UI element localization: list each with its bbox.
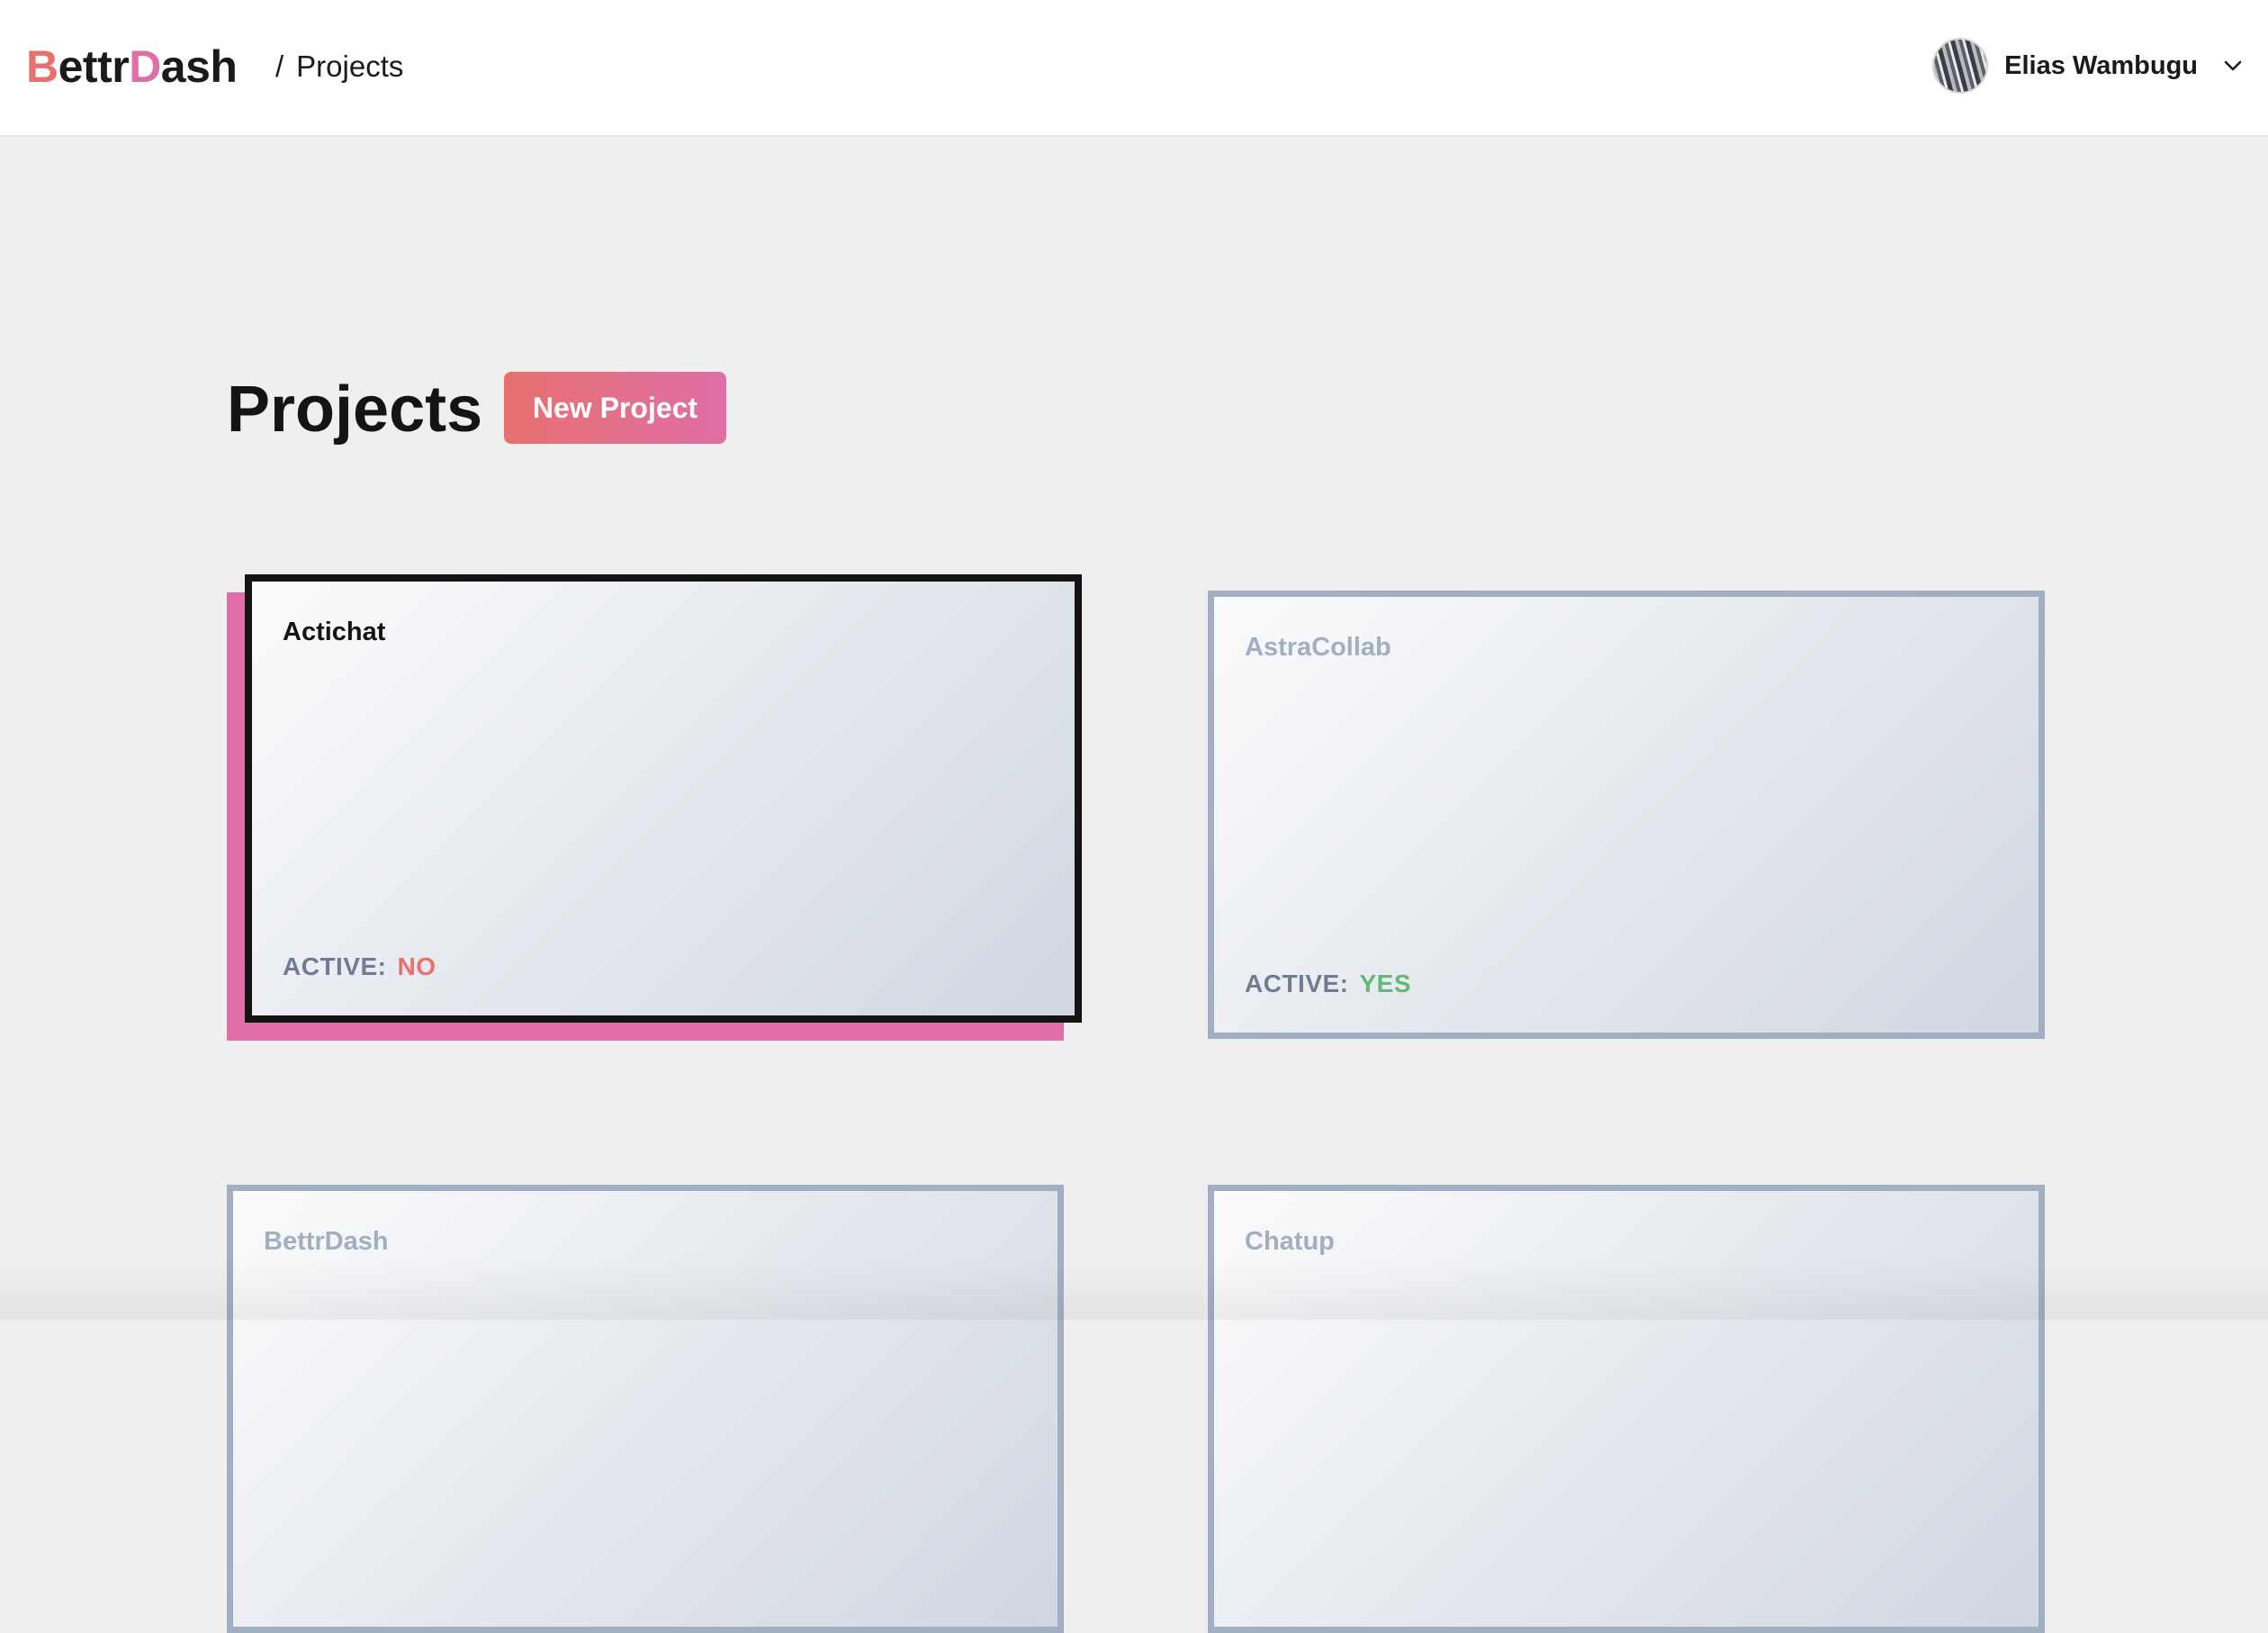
project-card-actichat[interactable]: Actichat ACTIVE: NO	[245, 574, 1082, 1023]
project-card-title: Actichat	[283, 618, 386, 646]
new-project-button[interactable]: New Project	[504, 372, 726, 444]
project-card-title: Chatup	[1245, 1227, 1335, 1256]
active-value-no: NO	[397, 952, 436, 980]
breadcrumb-separator: /	[275, 50, 284, 83]
avatar[interactable]	[1932, 38, 1989, 94]
active-label: ACTIVE:	[283, 952, 387, 980]
project-card-title: AstraCollab	[1245, 633, 1391, 662]
active-value-yes: YES	[1359, 970, 1412, 997]
project-card-astracollab[interactable]: AstraCollab ACTIVE: YES	[1208, 591, 2045, 1039]
project-card-title: BettrDash	[264, 1227, 389, 1256]
chevron-down-icon[interactable]	[2219, 52, 2246, 79]
page-title: Projects	[227, 374, 483, 446]
breadcrumb: / Projects	[275, 47, 403, 86]
project-active-status: ACTIVE: NO	[283, 952, 436, 981]
app-logo[interactable]: BettrDash	[26, 40, 238, 94]
project-card-bettrdash-wrapper: BettrDash	[227, 1185, 1064, 1633]
logo-letter-d: D	[129, 41, 161, 92]
project-card-actichat-wrapper: Actichat ACTIVE: NO	[227, 574, 1082, 1041]
top-navigation-bar: BettrDash / Projects Elias Wambugu	[0, 0, 2268, 137]
project-card-chatup-wrapper: Chatup	[1208, 1185, 2045, 1633]
project-active-status: ACTIVE: YES	[1245, 970, 1411, 998]
user-menu[interactable]: Elias Wambugu	[1932, 36, 2246, 95]
active-label: ACTIVE:	[1245, 970, 1349, 997]
project-card-astracollab-wrapper: AstraCollab ACTIVE: YES	[1208, 591, 2045, 1039]
project-card-bettrdash[interactable]: BettrDash	[227, 1185, 1064, 1633]
logo-text-ash: ash	[160, 41, 238, 92]
user-name: Elias Wambugu	[2004, 50, 2198, 80]
chevron-down-glyph	[2224, 60, 2242, 71]
logo-letter-b: B	[26, 41, 58, 92]
breadcrumb-current[interactable]: Projects	[296, 50, 403, 83]
project-card-chatup[interactable]: Chatup	[1208, 1185, 2045, 1633]
logo-text-ettr: ettr	[58, 41, 130, 92]
